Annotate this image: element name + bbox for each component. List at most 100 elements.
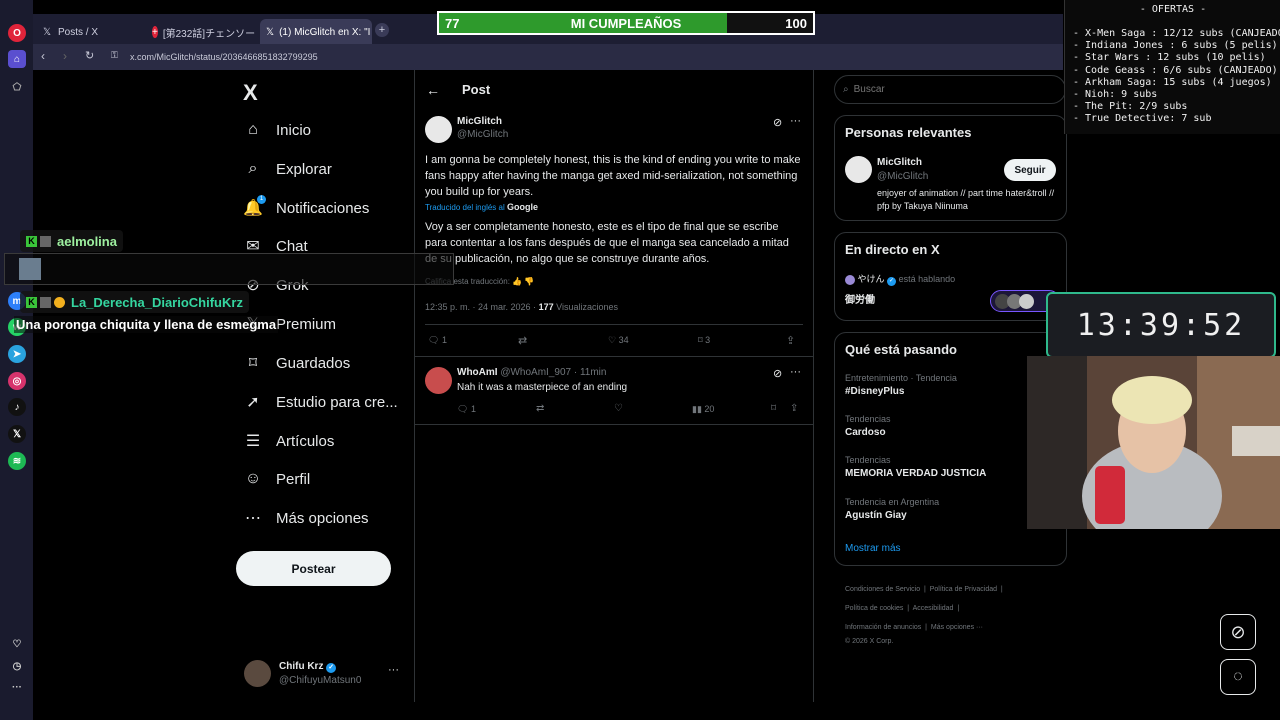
- live-topic[interactable]: 御労働: [845, 291, 875, 306]
- thumbs-down-icon[interactable]: 👎: [524, 277, 534, 286]
- tweet-translation: Voy a ser completamente honesto, este es…: [425, 221, 789, 265]
- nav-item-label: Chat: [276, 237, 308, 255]
- live-panel: En directo en X やけん ✓ está hablando 御労働: [834, 232, 1067, 321]
- avatar[interactable]: [425, 116, 452, 143]
- x-sidebar-icon[interactable]: 𝕏: [8, 425, 26, 443]
- account-more-icon[interactable]: ···: [388, 664, 399, 676]
- bookmark-action[interactable]: ⌑ 3: [698, 335, 710, 346]
- instagram-icon[interactable]: ◎: [8, 372, 26, 390]
- tab-micglitch[interactable]: 𝕏 (1) MicGlitch en X: "I am g: [260, 19, 372, 45]
- grok-icon[interactable]: ⊘: [773, 116, 782, 129]
- grok-fab[interactable]: ⊘: [1220, 614, 1256, 650]
- footer-link[interactable]: Política de Privacidad: [930, 586, 997, 593]
- reply-author[interactable]: WhoAmI @WhoAmI_907 · 11min: [457, 367, 606, 378]
- home-icon: ⌂: [248, 121, 258, 138]
- nav-item-más-opciones[interactable]: ⋯ Más opciones: [244, 505, 369, 531]
- show-more-link[interactable]: Mostrar más: [845, 543, 901, 554]
- tweet-meta: 12:35 p. m. · 24 mar. 2026 · 177 Visuali…: [425, 302, 618, 312]
- reload-icon[interactable]: ↻: [85, 49, 94, 62]
- more-icon[interactable]: ···: [790, 366, 801, 378]
- trend-name[interactable]: Agustín Giay: [845, 510, 907, 521]
- trend-name[interactable]: Cardoso: [845, 427, 886, 438]
- trend-name[interactable]: MEMORIA VERDAD JUSTICIA: [845, 468, 986, 479]
- panel-title: Personas relevantes: [845, 125, 972, 140]
- nav-item-artículos[interactable]: ☰ Artículos: [244, 428, 335, 454]
- history-icon[interactable]: ◷: [8, 657, 26, 675]
- nav-item-label: Guardados: [276, 354, 351, 372]
- forward-icon[interactable]: ›: [63, 49, 67, 63]
- nav-item-estudio-para-cre[interactable]: ➚ Estudio para cre...: [244, 389, 398, 415]
- follow-button[interactable]: Seguir: [1004, 159, 1056, 181]
- thumbs-up-icon[interactable]: 👍: [512, 277, 522, 286]
- back-arrow-icon[interactable]: ←: [426, 82, 440, 98]
- user-name[interactable]: MicGlitch: [877, 157, 922, 168]
- more-icon[interactable]: ···: [8, 678, 26, 696]
- nav-item-guardados[interactable]: ⌑ Guardados: [244, 350, 350, 376]
- reply-action[interactable]: 🗨 1: [428, 335, 447, 346]
- trend-name[interactable]: #DisneyPlus: [845, 386, 904, 397]
- grok-icon[interactable]: ⊘: [773, 367, 782, 380]
- footer-link[interactable]: Condiciones de Servicio: [845, 586, 920, 593]
- messages-fab[interactable]: ◌: [1220, 659, 1256, 695]
- nav-item-notificaciones[interactable]: 🔔 1 Notificaciones: [243, 195, 369, 221]
- site-info-icon[interactable]: ⚿: [111, 50, 118, 61]
- url-field[interactable]: x.com/MicGlitch/status/20364668518327992…: [130, 52, 318, 62]
- post-button[interactable]: Postear: [236, 551, 391, 586]
- tab-posts[interactable]: 𝕏 Posts / X: [35, 19, 140, 45]
- avatar[interactable]: [845, 156, 872, 183]
- live-host[interactable]: やけん ✓ está hablando: [845, 272, 955, 286]
- nav-item-perfil[interactable]: ☺ Perfil: [244, 466, 310, 492]
- heart-icon[interactable]: ♡: [614, 403, 623, 414]
- nav-item-label: Estudio para cre...: [276, 393, 398, 411]
- trend-category: Entretenimiento · Tendencia: [845, 373, 957, 383]
- account-switcher[interactable]: Chifu Krz ✓ @ChifuyuMatsun0 ···: [244, 660, 404, 688]
- avatar[interactable]: [425, 367, 452, 394]
- footer-link[interactable]: Política de cookies: [845, 605, 903, 612]
- progress-label: MI CUMPLEAÑOS: [570, 16, 682, 31]
- repost-icon[interactable]: ⇄: [518, 334, 527, 347]
- footer-link[interactable]: Accesibilidad: [913, 605, 954, 612]
- search-icon: ⌕: [248, 160, 258, 177]
- trend-category: Tendencia en Argentina: [845, 497, 940, 507]
- home-icon[interactable]: ⌂: [8, 50, 26, 68]
- relevant-people-panel: Personas relevantes MicGlitch @MicGlitch…: [834, 115, 1067, 221]
- opera-logo-icon[interactable]: O: [8, 24, 26, 42]
- search-icon: ⌕: [843, 84, 849, 95]
- back-icon[interactable]: ‹: [41, 49, 45, 63]
- tweet-handle[interactable]: @MicGlitch: [457, 129, 508, 140]
- offer-line: - Indiana Jones : 6 subs (5 pelis): [1073, 40, 1278, 52]
- x-logo-icon[interactable]: X: [243, 80, 258, 106]
- nav-item-explorar[interactable]: ⌕ Explorar: [244, 156, 332, 182]
- telegram-icon[interactable]: ➤: [8, 345, 26, 363]
- tiktok-icon[interactable]: ♪: [8, 398, 26, 416]
- new-tab-button[interactable]: +: [375, 23, 389, 37]
- tab-chainsaw[interactable]: + [第232話]チェンソーマン 第二: [146, 19, 256, 45]
- birthday-progress-bar: 77 MI CUMPLEAÑOS 100: [437, 11, 815, 35]
- spotify-icon[interactable]: ≋: [8, 452, 26, 470]
- footer-link[interactable]: Información de anuncios: [845, 624, 921, 631]
- share-icon[interactable]: ⇪: [786, 334, 795, 347]
- pin-icon[interactable]: ⬠: [8, 78, 26, 96]
- like-action[interactable]: ♡ 34: [608, 335, 629, 346]
- analytics-icon: ▮▮: [692, 404, 702, 414]
- nav-item-label: Artículos: [276, 432, 335, 450]
- nav-item-label: Inicio: [276, 121, 312, 139]
- views-action[interactable]: ▮▮ 20: [692, 404, 714, 415]
- bookmark-icon[interactable]: ⌑: [771, 403, 776, 414]
- chat-bubble-icon: ◌: [1233, 668, 1243, 685]
- reply-text: Nah it was a masterpiece of an ending: [457, 382, 628, 393]
- share-icon[interactable]: ⇪: [790, 403, 798, 414]
- heart-icon[interactable]: ♡: [8, 635, 26, 653]
- nav-item-inicio[interactable]: ⌂ Inicio: [244, 117, 311, 143]
- reply-action[interactable]: 🗨 1: [457, 404, 476, 415]
- divider: [415, 424, 813, 425]
- nav-item-label: Más opciones: [276, 509, 369, 527]
- search-input[interactable]: ⌕: [834, 75, 1066, 104]
- more-icon[interactable]: ···: [790, 115, 801, 127]
- user-handle[interactable]: @MicGlitch: [877, 171, 928, 182]
- search-field[interactable]: [853, 84, 1044, 95]
- repost-icon[interactable]: ⇄: [536, 403, 544, 414]
- footer-link[interactable]: Más opciones ···: [931, 624, 983, 631]
- tweet-author[interactable]: MicGlitch: [457, 116, 502, 127]
- offers-panel: - OFERTAS - - X-Men Saga : 12/12 subs (C…: [1064, 0, 1280, 134]
